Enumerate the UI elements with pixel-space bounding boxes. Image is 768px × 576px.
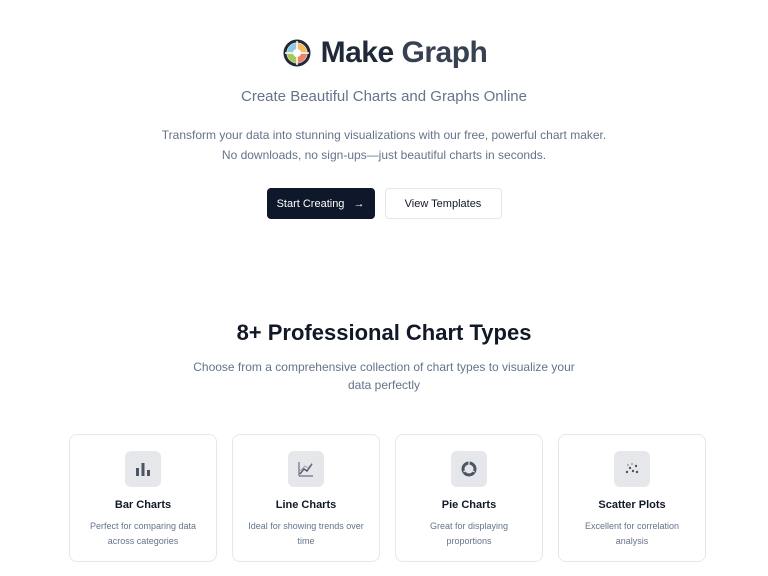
card-text: Great for displaying proportions	[429, 521, 509, 546]
chart-types-title: 8+ Professional Chart Types	[236, 320, 532, 345]
hero-description-line-1: Transform your data into stunning visual…	[161, 128, 607, 142]
scatter-plot-icon	[614, 451, 650, 487]
chart-type-cards: Bar Charts Perfect for comparing data ac…	[69, 434, 706, 562]
card-title: Line Charts	[275, 499, 337, 511]
bar-charts-card[interactable]: Bar Charts Perfect for comparing data ac…	[69, 434, 217, 562]
card-title: Pie Charts	[441, 499, 497, 511]
card-text: Ideal for showing trends over time	[248, 521, 364, 546]
line-charts-card[interactable]: Line Charts Ideal for showing trends ove…	[232, 434, 380, 562]
multicolor-ring-logo-icon	[283, 39, 311, 67]
hero-description: Transform your data into stunning visual…	[0, 125, 768, 165]
landing-page: Make Graph Create Beautiful Charts and G…	[0, 0, 768, 576]
card-title: Scatter Plots	[598, 499, 666, 511]
hero-subtitle: Create Beautiful Charts and Graphs Onlin…	[241, 88, 527, 105]
scatter-plots-card[interactable]: Scatter Plots Excellent for correlation …	[558, 434, 706, 562]
cta-buttons: Start Creating → View Templates	[0, 188, 768, 219]
hero-description-line-2: No downloads, no sign-ups—just beautiful…	[221, 148, 547, 162]
card-text: Excellent for correlation analysis	[584, 521, 680, 546]
arrow-right-icon: →	[353, 197, 365, 210]
start-creating-label: Start Creating	[276, 197, 345, 210]
view-templates-button[interactable]: View Templates	[384, 188, 502, 219]
pie-chart-icon	[451, 451, 487, 487]
card-title: Bar Charts	[114, 499, 172, 511]
bar-chart-icon	[125, 451, 161, 487]
line-chart-icon	[288, 451, 324, 487]
chart-types-description: Choose from a comprehensive collection o…	[193, 360, 575, 392]
start-creating-button[interactable]: Start Creating →	[266, 188, 375, 219]
brand-name: Make Graph	[321, 36, 488, 70]
brand-header: Make Graph	[0, 36, 768, 70]
pie-charts-card[interactable]: Pie Charts Great for displaying proporti…	[395, 434, 543, 562]
brand-name-part1: Make	[320, 36, 402, 69]
card-text: Perfect for comparing data across catego…	[89, 521, 197, 546]
brand-name-part2: Graph	[401, 36, 488, 69]
